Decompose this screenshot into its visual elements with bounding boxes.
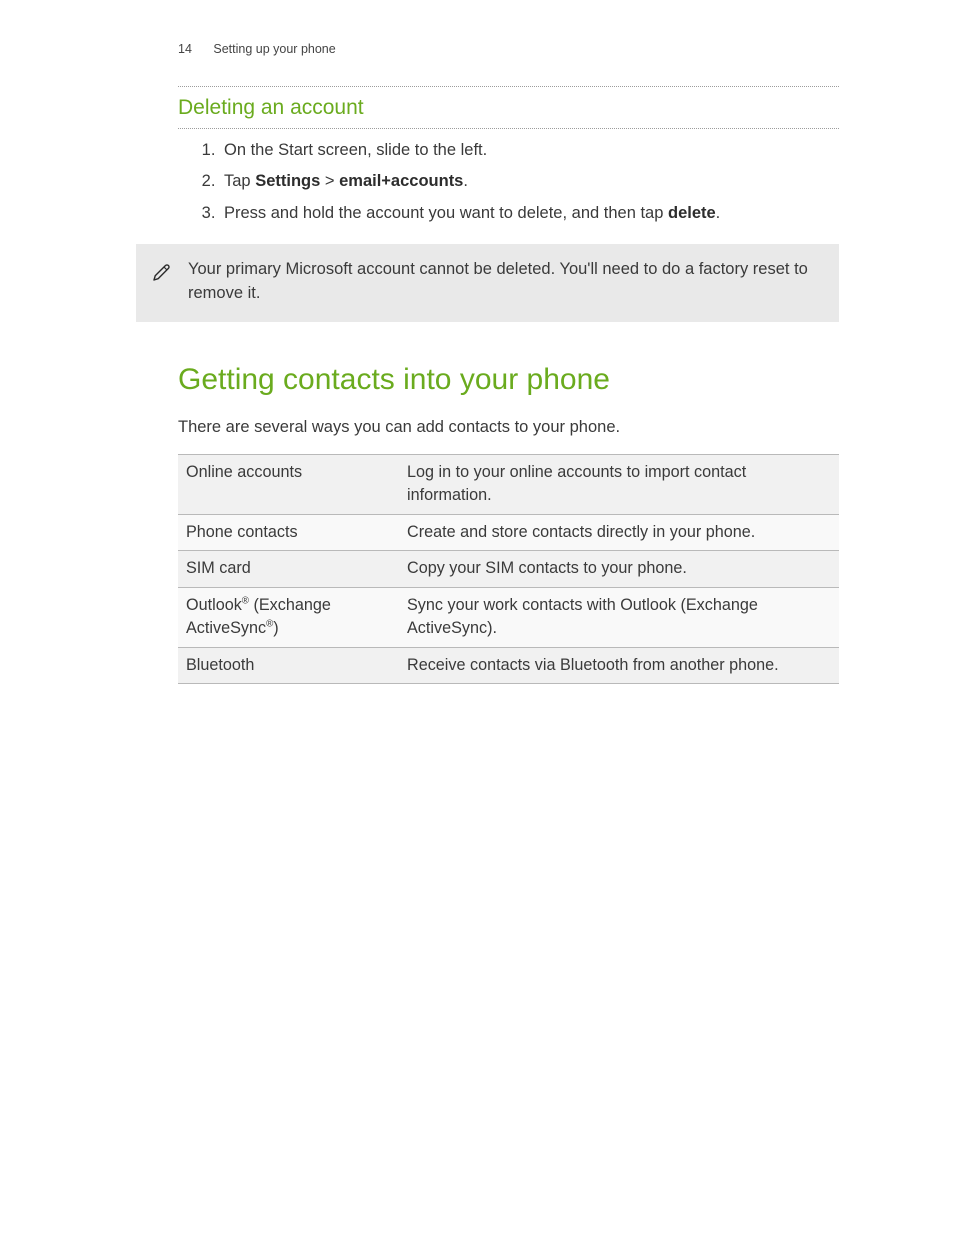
step-text: Tap <box>224 172 255 190</box>
cell-description: Create and store contacts directly in yo… <box>399 514 839 550</box>
ui-label: Settings <box>255 172 320 190</box>
cell-method: Bluetooth <box>178 647 399 683</box>
page-number: 14 <box>178 42 192 56</box>
section-heading: Deleting an account <box>178 93 839 123</box>
document-page: 14 Setting up your phone Deleting an acc… <box>0 0 954 1235</box>
main-heading: Getting contacts into your phone <box>178 358 839 402</box>
step-item: On the Start screen, slide to the left. <box>220 139 839 163</box>
ui-label: email+accounts <box>339 172 463 190</box>
step-text: . <box>463 172 468 190</box>
step-text: > <box>320 172 339 190</box>
step-text: On the Start screen, slide to the left. <box>224 141 487 159</box>
table-row: SIM card Copy your SIM contacts to your … <box>178 551 839 587</box>
cell-description: Receive contacts via Bluetooth from anot… <box>399 647 839 683</box>
table-row: Outlook® (Exchange ActiveSync®) Sync you… <box>178 587 839 647</box>
registered-mark: ® <box>242 595 249 606</box>
note-callout: Your primary Microsoft account cannot be… <box>136 244 839 322</box>
intro-paragraph: There are several ways you can add conta… <box>178 416 839 440</box>
pencil-icon <box>150 260 174 292</box>
step-text: Press and hold the account you want to d… <box>224 204 668 222</box>
table-row: Bluetooth Receive contacts via Bluetooth… <box>178 647 839 683</box>
contacts-methods-table: Online accounts Log in to your online ac… <box>178 454 839 684</box>
cell-description: Copy your SIM contacts to your phone. <box>399 551 839 587</box>
cell-description: Log in to your online accounts to import… <box>399 454 839 514</box>
cell-method: Phone contacts <box>178 514 399 550</box>
divider-dotted <box>178 86 839 87</box>
note-text: Your primary Microsoft account cannot be… <box>188 260 808 302</box>
running-header: 14 Setting up your phone <box>178 40 839 58</box>
cell-description: Sync your work contacts with Outlook (Ex… <box>399 587 839 647</box>
table-row: Phone contacts Create and store contacts… <box>178 514 839 550</box>
cell-method: SIM card <box>178 551 399 587</box>
step-item: Press and hold the account you want to d… <box>220 202 839 226</box>
cell-method: Outlook® (Exchange ActiveSync®) <box>178 587 399 647</box>
label-part: ) <box>273 619 278 637</box>
step-item: Tap Settings > email+accounts. <box>220 170 839 194</box>
cell-method: Online accounts <box>178 454 399 514</box>
table-row: Online accounts Log in to your online ac… <box>178 454 839 514</box>
step-text: . <box>716 204 721 222</box>
label-part: Outlook <box>186 596 242 614</box>
chapter-title: Setting up your phone <box>213 42 335 56</box>
ui-label: delete <box>668 204 716 222</box>
steps-list: On the Start screen, slide to the left. … <box>178 139 839 227</box>
divider-dotted <box>178 128 839 129</box>
